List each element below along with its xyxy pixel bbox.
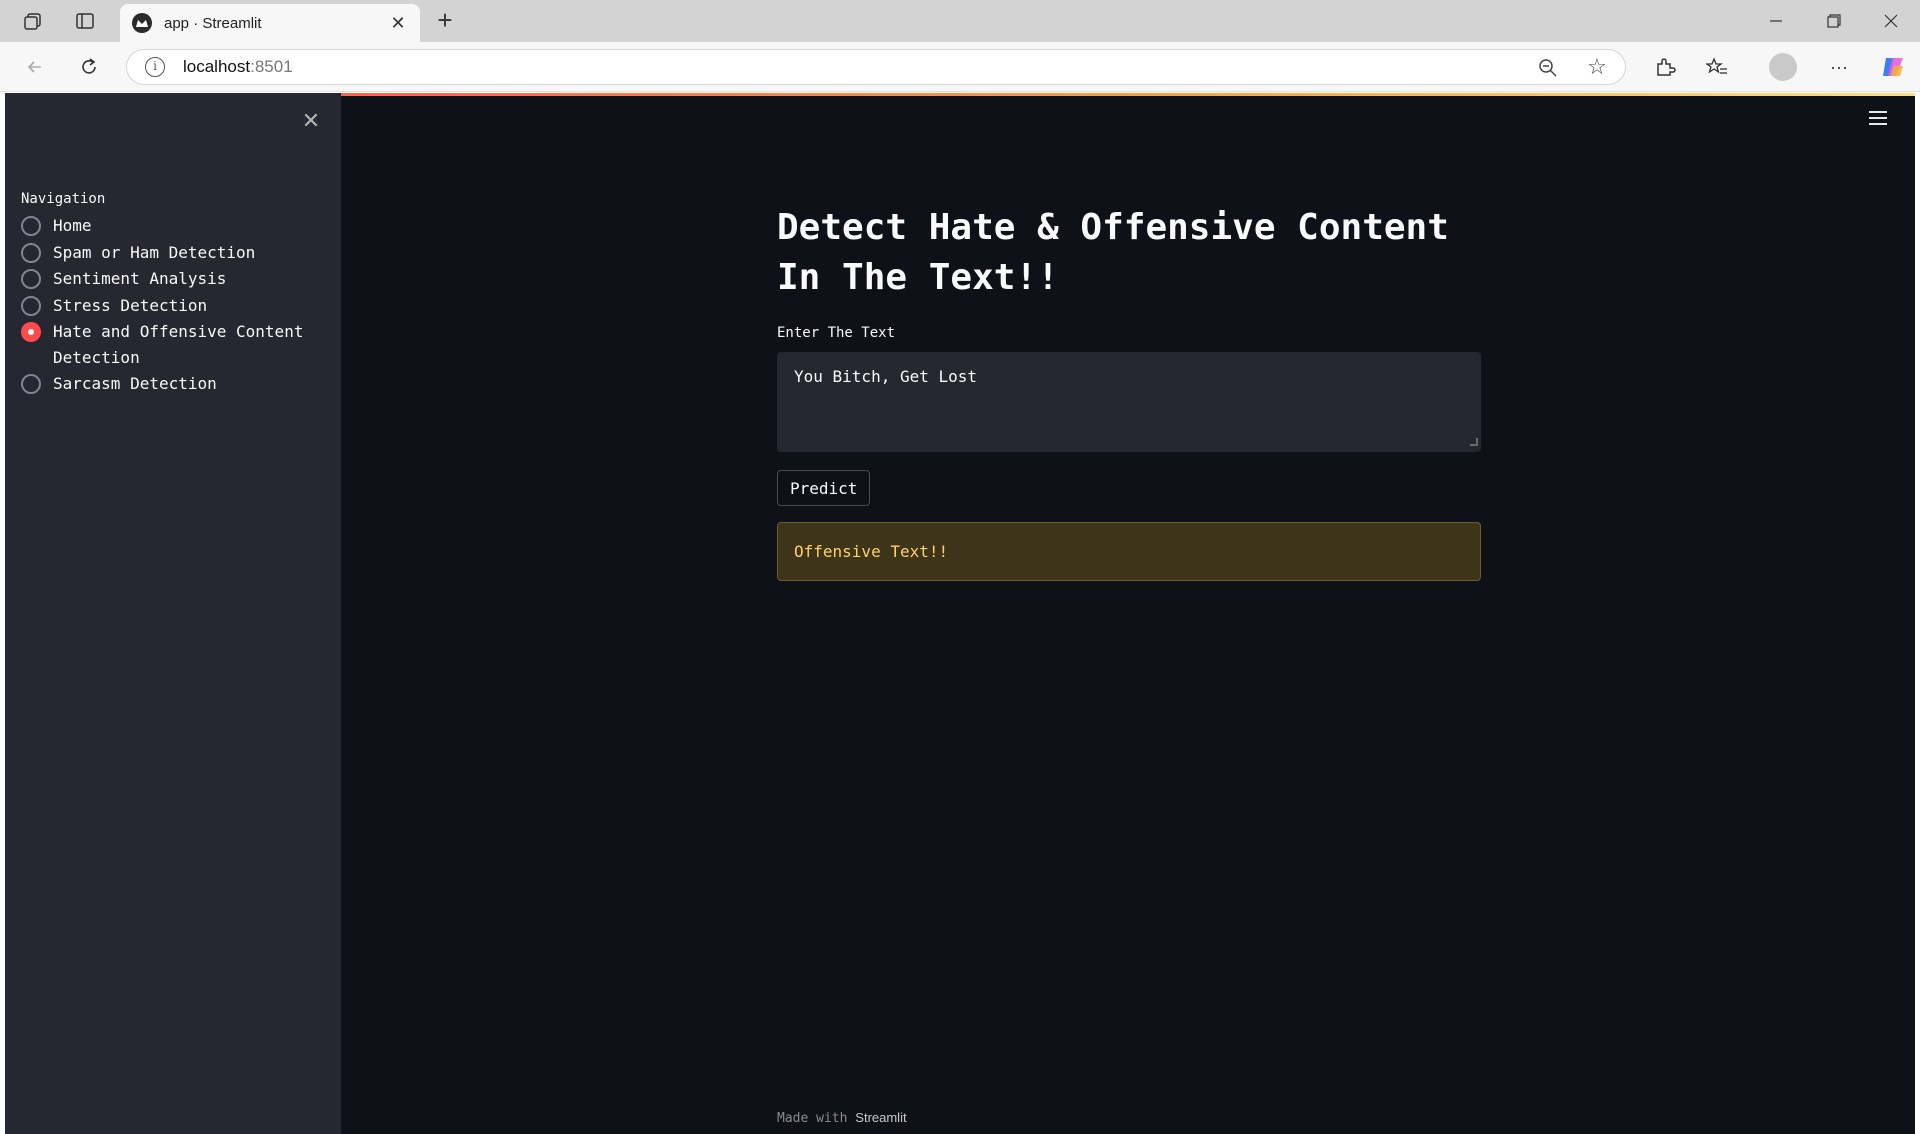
sidebar: ✕ Navigation Home Spam or Ham Detection Se… <box>5 93 341 1134</box>
site-info-icon[interactable]: i <box>145 57 165 77</box>
nav-radio-item[interactable]: Stress Detection <box>21 293 321 319</box>
nav-radio-item[interactable]: Hate and Offensive Content Detection <box>21 319 321 370</box>
browser-tab-bar: app · Streamlit ✕ + <box>0 0 1920 42</box>
close-sidebar-icon[interactable]: ✕ <box>299 109 323 133</box>
close-tab-icon[interactable]: ✕ <box>388 13 408 34</box>
favorite-star-icon[interactable]: ☆ <box>1585 56 1609 80</box>
more-options-icon[interactable]: ··· <box>1824 52 1854 82</box>
navigation-radio-group: Home Spam or Ham Detection Sentiment Analy… <box>21 213 321 398</box>
footer: Made with Streamlit <box>777 1110 907 1126</box>
main-menu-icon[interactable] <box>1869 111 1887 129</box>
nav-radio-item[interactable]: Sarcasm Detection <box>21 371 321 397</box>
browser-address-bar: i localhost:8501 ☆ ··· <box>0 42 1920 92</box>
extensions-icon[interactable] <box>1650 52 1680 82</box>
url-field[interactable]: i localhost:8501 ☆ <box>126 49 1626 85</box>
page-title-line-2: In The Text!! <box>777 257 1059 298</box>
nav-radio-label: Home <box>53 216 92 235</box>
reload-icon[interactable] <box>74 52 104 82</box>
new-tab-icon[interactable]: + <box>430 6 460 36</box>
page-title: Detect Hate & Offensive Content In The T… <box>777 203 1485 303</box>
navigation-title: Navigation <box>21 191 106 207</box>
nav-radio-label: Sentiment Analysis <box>53 269 227 288</box>
browser-tab[interactable]: app · Streamlit ✕ <box>120 4 420 42</box>
footer-made-with: Made with <box>777 1111 848 1126</box>
restore-icon[interactable] <box>1807 4 1861 38</box>
streamlit-app: ✕ Navigation Home Spam or Ham Detection Se… <box>5 93 1915 1134</box>
resize-handle-icon[interactable] <box>1470 438 1478 446</box>
profile-avatar[interactable] <box>1768 52 1798 82</box>
workspaces-icon[interactable] <box>20 8 46 34</box>
nav-radio-item[interactable]: Home <box>21 213 321 239</box>
radio-unchecked-icon[interactable] <box>21 242 41 263</box>
page-title-line-1: Detect Hate & Offensive Content <box>777 207 1449 248</box>
close-window-icon[interactable] <box>1864 4 1918 38</box>
radio-unchecked-icon[interactable] <box>21 374 41 394</box>
radio-unchecked-icon[interactable] <box>21 295 41 316</box>
url-host: localhost <box>183 57 251 76</box>
nav-radio-item[interactable]: Sentiment Analysis <box>21 266 321 292</box>
tab-actions-icon[interactable] <box>72 8 98 34</box>
zoom-out-icon[interactable] <box>1537 57 1559 79</box>
url-port: :8501 <box>250 57 293 76</box>
favorites-icon[interactable] <box>1702 52 1732 82</box>
minimize-icon[interactable] <box>1749 4 1803 38</box>
radio-unchecked-icon[interactable] <box>21 216 41 236</box>
back-icon[interactable] <box>20 52 50 82</box>
nav-radio-label: Spam or Ham Detection <box>53 242 256 262</box>
nav-radio-label: Hate and Offensive Content Detection <box>53 322 304 367</box>
radio-checked-icon[interactable] <box>21 322 41 342</box>
result-warning-alert: Offensive Text!! <box>777 522 1481 581</box>
predict-button[interactable]: Predict <box>777 470 871 506</box>
footer-brand-link[interactable]: Streamlit <box>855 1110 906 1125</box>
copilot-icon[interactable] <box>1878 52 1908 82</box>
nav-radio-label: Sarcasm Detection <box>53 374 217 393</box>
text-input-label: Enter The Text <box>777 325 896 341</box>
nav-radio-label: Stress Detection <box>53 295 208 315</box>
nav-radio-item[interactable]: Spam or Ham Detection <box>21 240 321 266</box>
tab-title: app · Streamlit <box>164 14 262 32</box>
text-input-area[interactable] <box>777 352 1481 452</box>
streamlit-favicon-icon <box>132 13 152 33</box>
radio-unchecked-icon[interactable] <box>21 269 41 289</box>
